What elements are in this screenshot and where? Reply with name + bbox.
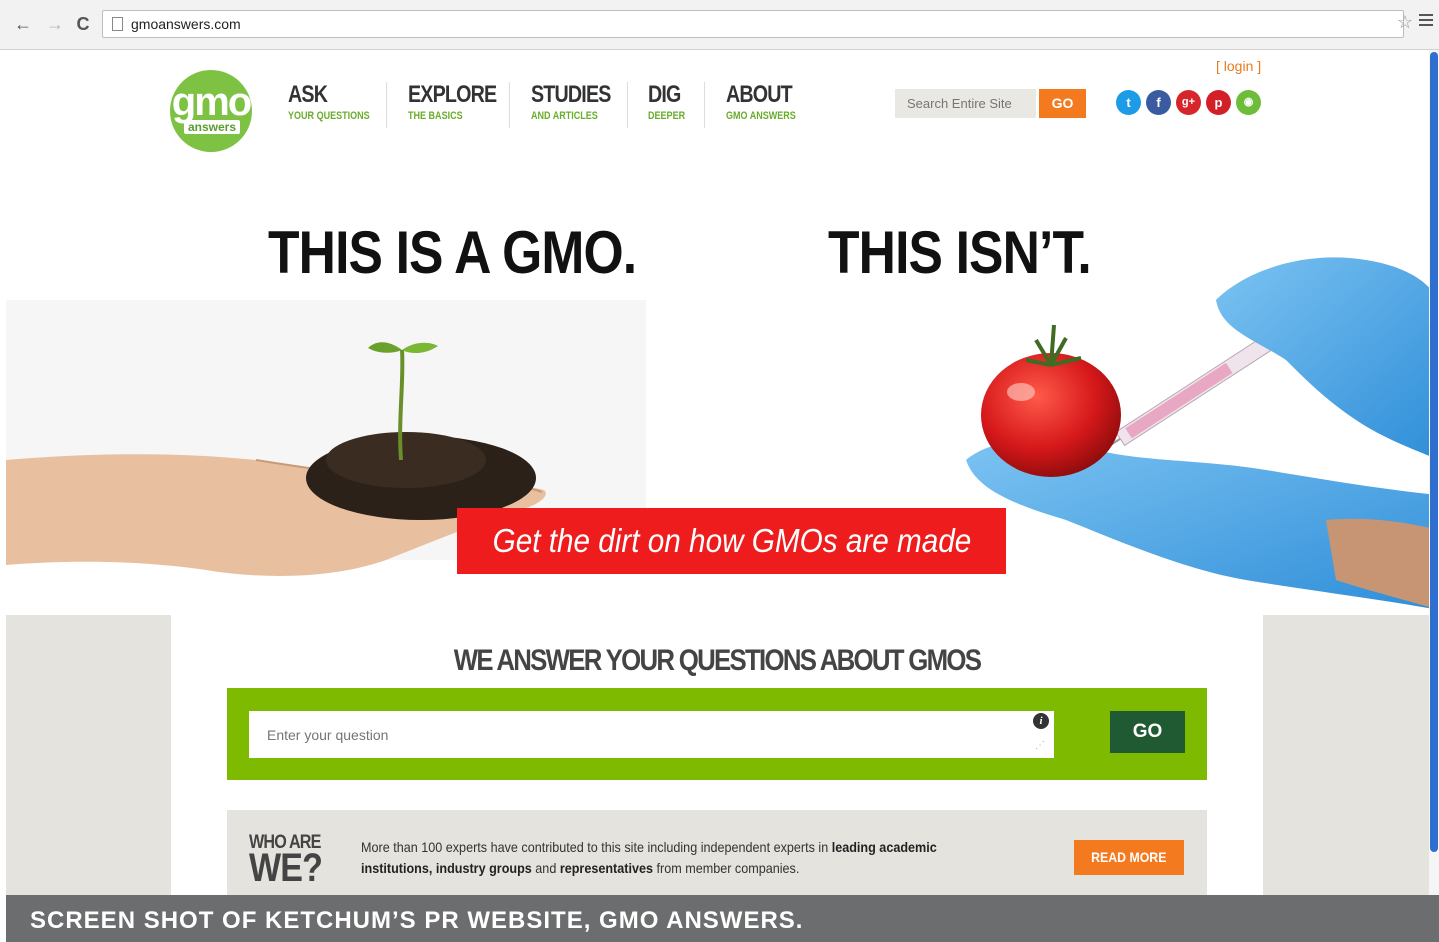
who-are-we-panel: WHO ARE WE? More than 100 experts have c… — [227, 810, 1207, 900]
facebook-icon[interactable]: f — [1146, 90, 1171, 115]
google-plus-icon[interactable]: g+ — [1176, 90, 1201, 115]
logo-answers-text: answers — [184, 120, 241, 134]
browser-toolbar: ← → C gmoanswers.com ☆ — [0, 0, 1439, 50]
nav-explore-title: EXPLORE — [408, 81, 497, 108]
nav-ask-subtitle: YOUR QUESTIONS — [288, 110, 370, 122]
right-gutter — [1263, 615, 1429, 895]
read-more-label: READ MORE — [1091, 849, 1167, 865]
left-gutter — [6, 615, 171, 895]
nav-dig-subtitle: DEEPER — [648, 110, 686, 122]
caption-bar: SCREEN SHOT OF KETCHUM’S PR WEBSITE, GMO… — [6, 895, 1439, 942]
who-text-post: from member companies. — [652, 860, 800, 876]
nav-divider — [386, 82, 387, 128]
address-bar[interactable]: gmoanswers.com — [102, 10, 1404, 38]
nav-ask-title: ASK — [288, 81, 328, 108]
pinterest-icon[interactable]: p — [1206, 90, 1231, 115]
url-text: gmoanswers.com — [131, 16, 241, 32]
nav-explore-subtitle: THE BASICS — [408, 110, 463, 122]
hero-left-title: THIS IS A GMO. — [268, 219, 637, 286]
nav-explore[interactable]: EXPLORE THE BASICS — [408, 82, 516, 130]
who-heading-line2: WE? — [249, 846, 323, 890]
reload-icon[interactable]: C — [72, 12, 94, 36]
page-icon — [112, 17, 123, 31]
resize-handle-icon[interactable]: ⋰ — [1035, 740, 1045, 751]
back-arrow-icon[interactable]: ← — [12, 12, 34, 36]
hero-right-title: THIS ISN’T. — [828, 219, 1092, 286]
screenshot-root: ← → C gmoanswers.com ☆ gmo answers ASK Y… — [0, 0, 1439, 942]
nav-dig[interactable]: DIG DEEPER — [648, 82, 693, 130]
nav-studies-subtitle: AND ARTICLES — [531, 110, 598, 122]
who-text-mid: and — [531, 860, 560, 876]
site-search-input[interactable] — [895, 89, 1036, 118]
cta-text: Get the dirt on how GMOs are made — [492, 522, 971, 559]
nav-about-title: ABOUT — [726, 81, 793, 108]
browser-menu-icon[interactable] — [1419, 14, 1433, 26]
nav-divider — [627, 82, 628, 128]
site-search-go-button[interactable]: GO — [1039, 89, 1086, 118]
nav-studies-title: STUDIES — [531, 81, 611, 108]
gmo-answers-logo[interactable]: gmo answers — [170, 70, 252, 152]
who-text-pre: More than 100 experts have contributed t… — [361, 839, 832, 855]
forward-arrow-icon[interactable]: → — [44, 12, 66, 36]
rss-icon[interactable]: ◉ — [1236, 90, 1261, 115]
logo-gmo-text: gmo — [171, 80, 252, 124]
nav-about-subtitle: GMO ANSWERS — [726, 110, 796, 122]
twitter-icon[interactable]: t — [1116, 90, 1141, 115]
nav-studies[interactable]: STUDIES AND ARTICLES — [531, 82, 628, 130]
nav-divider — [509, 82, 510, 128]
question-form: i ⋰ GO — [227, 688, 1207, 780]
bookmark-star-icon[interactable]: ☆ — [1397, 12, 1413, 33]
nav-dig-title: DIG — [648, 81, 681, 108]
question-go-button[interactable]: GO — [1110, 711, 1185, 753]
read-more-button[interactable]: READ MORE — [1074, 840, 1184, 875]
who-description: More than 100 experts have contributed t… — [361, 837, 973, 879]
question-input[interactable] — [249, 711, 1054, 758]
scrollbar-thumb[interactable] — [1430, 52, 1438, 852]
nav-ask[interactable]: ASK YOUR QUESTIONS — [288, 82, 388, 130]
info-icon[interactable]: i — [1033, 713, 1049, 729]
who-text-bold2: representatives — [559, 860, 653, 876]
login-link[interactable]: [ login ] — [1216, 58, 1261, 74]
questions-heading: WE ANSWER YOUR QUESTIONS ABOUT GMOS — [453, 644, 982, 677]
nav-divider — [704, 82, 705, 128]
caption-text: SCREEN SHOT OF KETCHUM’S PR WEBSITE, GMO… — [30, 907, 804, 934]
nav-about[interactable]: ABOUT GMO ANSWERS — [726, 82, 811, 130]
cta-banner[interactable]: Get the dirt on how GMOs are made — [457, 508, 1006, 574]
